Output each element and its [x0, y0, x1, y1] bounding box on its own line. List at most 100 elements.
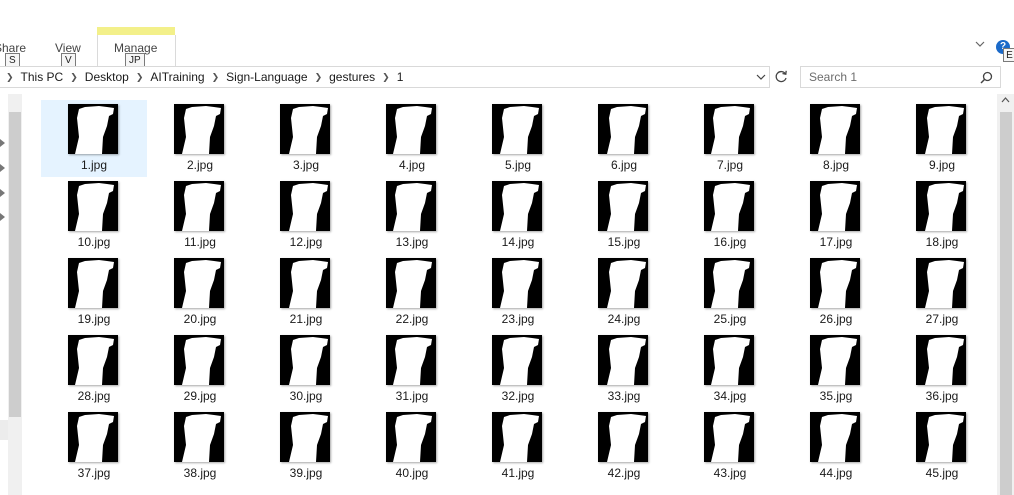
file-thumbnail[interactable] — [492, 335, 542, 385]
file-item[interactable]: 13.jpg — [359, 177, 465, 254]
file-item[interactable]: 16.jpg — [677, 177, 783, 254]
file-thumbnail[interactable] — [386, 412, 436, 462]
file-thumbnail[interactable] — [280, 335, 330, 385]
file-thumbnail[interactable] — [916, 104, 966, 154]
file-item[interactable]: 35.jpg — [783, 331, 889, 408]
file-thumbnail[interactable] — [810, 104, 860, 154]
address-history-dropdown-icon[interactable] — [756, 70, 766, 84]
file-thumbnail[interactable] — [280, 258, 330, 308]
file-item[interactable]: 39.jpg — [253, 408, 359, 485]
file-item[interactable]: 30.jpg — [253, 331, 359, 408]
file-thumbnail[interactable] — [810, 181, 860, 231]
file-thumbnail[interactable] — [598, 412, 648, 462]
file-item[interactable]: 40.jpg — [359, 408, 465, 485]
refresh-icon[interactable] — [773, 68, 789, 86]
file-name[interactable]: 7.jpg — [677, 158, 783, 172]
file-item[interactable]: 32.jpg — [465, 331, 571, 408]
file-item[interactable]: 9.jpg — [889, 100, 995, 177]
file-item[interactable]: 37.jpg — [41, 408, 147, 485]
file-item[interactable]: 15.jpg — [571, 177, 677, 254]
file-thumbnail[interactable] — [704, 335, 754, 385]
file-item[interactable]: 45.jpg — [889, 408, 995, 485]
file-thumbnail[interactable] — [598, 258, 648, 308]
file-item[interactable]: 2.jpg — [147, 100, 253, 177]
nav-expand-arrow-icon[interactable] — [0, 213, 5, 221]
file-name[interactable]: 4.jpg — [359, 158, 465, 172]
file-name[interactable]: 15.jpg — [571, 235, 677, 249]
content-scrollbar-thumb[interactable] — [1000, 112, 1012, 495]
file-thumbnail[interactable] — [810, 335, 860, 385]
file-name[interactable]: 16.jpg — [677, 235, 783, 249]
nav-expand-arrow-icon[interactable] — [0, 164, 5, 172]
chevron-right-icon[interactable]: ❯ — [210, 72, 222, 83]
file-name[interactable]: 35.jpg — [783, 389, 889, 403]
file-thumbnail[interactable] — [704, 258, 754, 308]
file-item[interactable]: 11.jpg — [147, 177, 253, 254]
file-item[interactable]: 18.jpg — [889, 177, 995, 254]
file-name[interactable]: 39.jpg — [253, 466, 359, 480]
file-thumbnail[interactable] — [386, 104, 436, 154]
file-name[interactable]: 12.jpg — [253, 235, 359, 249]
file-item[interactable]: 26.jpg — [783, 254, 889, 331]
chevron-right-icon[interactable]: ❯ — [313, 72, 325, 83]
breadcrumb-aitraining[interactable]: AITraining — [145, 70, 209, 84]
file-item[interactable]: 7.jpg — [677, 100, 783, 177]
file-name[interactable]: 24.jpg — [571, 312, 677, 326]
file-name[interactable]: 32.jpg — [465, 389, 571, 403]
file-item[interactable]: 25.jpg — [677, 254, 783, 331]
file-thumbnail[interactable] — [704, 181, 754, 231]
file-thumbnail[interactable] — [280, 181, 330, 231]
file-item[interactable]: 20.jpg — [147, 254, 253, 331]
file-item[interactable]: 8.jpg — [783, 100, 889, 177]
file-item[interactable]: 4.jpg — [359, 100, 465, 177]
file-thumbnail[interactable] — [174, 412, 224, 462]
file-name[interactable]: 38.jpg — [147, 466, 253, 480]
file-name[interactable]: 10.jpg — [41, 235, 147, 249]
file-name[interactable]: 2.jpg — [147, 158, 253, 172]
file-name[interactable]: 20.jpg — [147, 312, 253, 326]
scroll-up-arrow-icon[interactable] — [1001, 97, 1010, 103]
file-thumbnail[interactable] — [174, 335, 224, 385]
file-thumbnail[interactable] — [598, 335, 648, 385]
file-item[interactable]: 36.jpg — [889, 331, 995, 408]
breadcrumb-this-pc[interactable]: This PC — [16, 70, 69, 84]
file-name[interactable]: 23.jpg — [465, 312, 571, 326]
file-item[interactable]: 5.jpg — [465, 100, 571, 177]
file-item[interactable]: 34.jpg — [677, 331, 783, 408]
file-thumbnail[interactable] — [174, 181, 224, 231]
chevron-right-icon[interactable]: ❯ — [68, 72, 80, 83]
nav-expand-arrow-icon[interactable] — [0, 189, 5, 197]
file-item[interactable]: 22.jpg — [359, 254, 465, 331]
chevron-right-icon[interactable]: ❯ — [4, 72, 16, 83]
file-item[interactable]: 23.jpg — [465, 254, 571, 331]
file-thumbnail[interactable] — [280, 104, 330, 154]
file-item[interactable]: 33.jpg — [571, 331, 677, 408]
file-thumbnail[interactable] — [492, 181, 542, 231]
file-thumbnail[interactable] — [280, 412, 330, 462]
file-name[interactable]: 6.jpg — [571, 158, 677, 172]
file-name[interactable]: 37.jpg — [41, 466, 147, 480]
file-item[interactable]: 6.jpg — [571, 100, 677, 177]
file-item[interactable]: 3.jpg — [253, 100, 359, 177]
file-item[interactable]: 1.jpg — [41, 100, 147, 177]
nav-expand-arrow-icon[interactable] — [0, 139, 5, 147]
file-thumbnail[interactable] — [810, 258, 860, 308]
file-name[interactable]: 1.jpg — [41, 158, 147, 172]
file-thumbnail[interactable] — [704, 412, 754, 462]
file-name[interactable]: 9.jpg — [889, 158, 995, 172]
file-name[interactable]: 13.jpg — [359, 235, 465, 249]
file-item[interactable]: 28.jpg — [41, 331, 147, 408]
file-name[interactable]: 36.jpg — [889, 389, 995, 403]
file-name[interactable]: 31.jpg — [359, 389, 465, 403]
file-item[interactable]: 24.jpg — [571, 254, 677, 331]
file-item[interactable]: 12.jpg — [253, 177, 359, 254]
file-name[interactable]: 28.jpg — [41, 389, 147, 403]
file-thumbnail[interactable] — [704, 104, 754, 154]
file-name[interactable]: 44.jpg — [783, 466, 889, 480]
chevron-right-icon[interactable]: ❯ — [380, 72, 392, 83]
file-name[interactable]: 45.jpg — [889, 466, 995, 480]
file-name[interactable]: 8.jpg — [783, 158, 889, 172]
file-item[interactable]: 14.jpg — [465, 177, 571, 254]
file-item[interactable]: 29.jpg — [147, 331, 253, 408]
file-thumbnail[interactable] — [598, 104, 648, 154]
